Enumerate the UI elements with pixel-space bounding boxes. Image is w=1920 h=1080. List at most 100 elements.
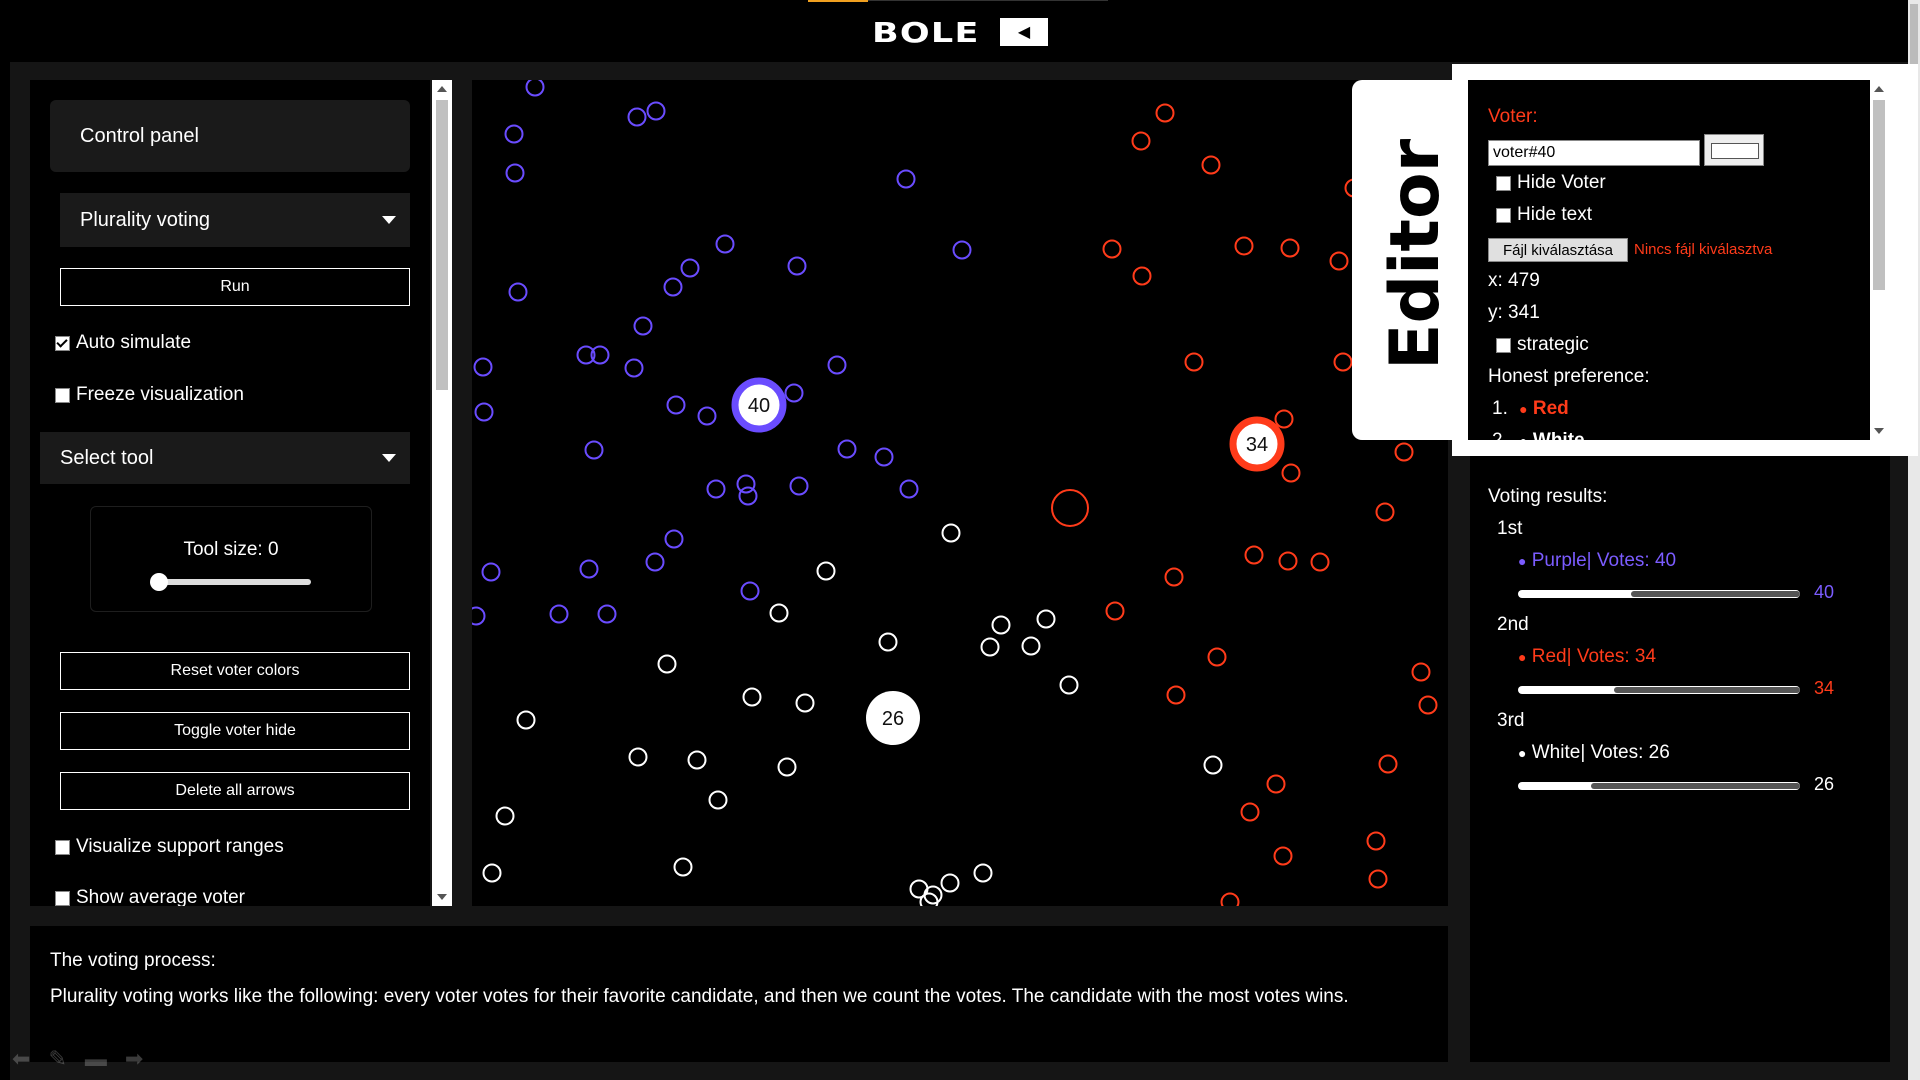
- voter-marker[interactable]: [1368, 869, 1388, 889]
- arrow-left-icon[interactable]: ⬅: [12, 1046, 30, 1072]
- voter-marker[interactable]: [1366, 831, 1386, 851]
- voter-marker[interactable]: [472, 606, 486, 626]
- voter-marker[interactable]: [1240, 802, 1260, 822]
- voter-marker[interactable]: [697, 406, 717, 426]
- voter-marker[interactable]: [899, 479, 919, 499]
- voter-marker[interactable]: [736, 474, 756, 494]
- voter-marker[interactable]: [1166, 685, 1186, 705]
- voter-marker[interactable]: [1333, 352, 1353, 372]
- voter-marker[interactable]: [816, 561, 836, 581]
- editor-scrollbar[interactable]: [1870, 80, 1888, 440]
- voter-marker[interactable]: [769, 603, 789, 623]
- voter-marker[interactable]: [666, 395, 686, 415]
- control-panel-scrollbar[interactable]: [432, 80, 452, 906]
- voter-marker[interactable]: [1375, 502, 1395, 522]
- visualize-support-ranges-checkbox[interactable]: Visualize support ranges: [55, 836, 284, 858]
- run-button[interactable]: Run: [60, 268, 410, 306]
- voter-marker[interactable]: [1278, 551, 1298, 571]
- voter-marker[interactable]: [827, 355, 847, 375]
- voter-marker[interactable]: [1266, 774, 1286, 794]
- voter-marker[interactable]: [481, 562, 501, 582]
- tool-size-slider-handle[interactable]: [150, 573, 168, 591]
- voter-marker[interactable]: [1203, 755, 1223, 775]
- voter-marker[interactable]: [940, 873, 960, 893]
- simulation-canvas[interactable]: 40 34 26: [472, 80, 1448, 906]
- voter-marker[interactable]: [645, 552, 665, 572]
- voter-marker[interactable]: [473, 357, 493, 377]
- voter-color-picker[interactable]: [1704, 134, 1764, 166]
- voter-marker-large[interactable]: [1051, 489, 1089, 527]
- voter-marker[interactable]: [742, 687, 762, 707]
- voter-marker[interactable]: [952, 240, 972, 260]
- voter-marker[interactable]: [874, 447, 894, 467]
- voter-marker[interactable]: [1418, 695, 1438, 715]
- rectangle-icon[interactable]: ▬: [85, 1046, 107, 1072]
- voter-marker[interactable]: [738, 486, 758, 506]
- voter-marker[interactable]: [627, 107, 647, 127]
- checkbox-checked-icon[interactable]: [55, 335, 70, 351]
- voter-marker[interactable]: [628, 747, 648, 767]
- strategic-checkbox[interactable]: strategic: [1496, 334, 1589, 356]
- voter-marker[interactable]: [1105, 601, 1125, 621]
- voter-marker[interactable]: [579, 559, 599, 579]
- delete-all-arrows-button[interactable]: Delete all arrows: [60, 772, 410, 810]
- voter-marker[interactable]: [482, 863, 502, 883]
- voter-marker[interactable]: [1394, 442, 1414, 462]
- voter-marker[interactable]: [1201, 155, 1221, 175]
- editor-tab-label[interactable]: Editor: [1376, 139, 1455, 370]
- scroll-up-arrow-icon[interactable]: [1874, 86, 1884, 92]
- candidate-marker[interactable]: 26: [866, 691, 920, 745]
- voter-marker[interactable]: [680, 258, 700, 278]
- voter-marker[interactable]: [1220, 892, 1240, 907]
- voter-marker[interactable]: [495, 806, 515, 826]
- voter-marker[interactable]: [633, 316, 653, 336]
- voter-marker[interactable]: [991, 615, 1011, 635]
- candidate-marker[interactable]: 34: [1229, 416, 1285, 472]
- voter-marker[interactable]: [1329, 251, 1349, 271]
- voter-marker[interactable]: [1411, 662, 1431, 682]
- voter-marker[interactable]: [508, 282, 528, 302]
- voter-marker[interactable]: [777, 757, 797, 777]
- checkbox-icon[interactable]: [1496, 175, 1511, 191]
- voter-marker[interactable]: [504, 124, 524, 144]
- show-average-voter-checkbox[interactable]: Show average voter: [55, 887, 245, 906]
- voter-marker[interactable]: [516, 710, 536, 730]
- voter-marker[interactable]: [1184, 352, 1204, 372]
- voter-marker[interactable]: [657, 654, 677, 674]
- checkbox-icon[interactable]: [55, 890, 70, 906]
- voter-marker[interactable]: [1234, 236, 1254, 256]
- voter-marker[interactable]: [1273, 846, 1293, 866]
- voter-marker[interactable]: [708, 790, 728, 810]
- voter-marker[interactable]: [1378, 754, 1398, 774]
- tool-select[interactable]: Select tool: [40, 432, 410, 484]
- voter-marker[interactable]: [673, 857, 693, 877]
- tool-size-slider[interactable]: [161, 579, 311, 585]
- voter-marker[interactable]: [789, 476, 809, 496]
- voter-marker[interactable]: [584, 440, 604, 460]
- voting-method-select[interactable]: Plurality voting: [60, 193, 410, 247]
- voter-marker[interactable]: [941, 523, 961, 543]
- file-choose-button[interactable]: Fájl kiválasztása: [1488, 238, 1628, 262]
- voter-marker[interactable]: [1274, 409, 1294, 429]
- voter-marker[interactable]: [1131, 131, 1151, 151]
- voter-marker[interactable]: [1310, 552, 1330, 572]
- voter-marker[interactable]: [664, 529, 684, 549]
- hide-voter-checkbox[interactable]: Hide Voter: [1496, 172, 1606, 194]
- control-panel-scrollbar-thumb[interactable]: [436, 100, 448, 390]
- voter-marker[interactable]: [525, 80, 545, 97]
- voter-name-input[interactable]: voter#40: [1488, 140, 1700, 166]
- voter-marker[interactable]: [474, 402, 494, 422]
- voter-marker[interactable]: [784, 383, 804, 403]
- scroll-down-arrow-icon[interactable]: [1874, 428, 1884, 434]
- scroll-down-arrow-icon[interactable]: [437, 894, 447, 900]
- auto-simulate-checkbox[interactable]: Auto simulate: [55, 332, 191, 354]
- voter-marker[interactable]: [1155, 103, 1175, 123]
- voter-plot[interactable]: 40 34 26: [472, 80, 1448, 906]
- voter-marker[interactable]: [687, 750, 707, 770]
- voter-marker[interactable]: [505, 163, 525, 183]
- checkbox-icon[interactable]: [55, 839, 70, 855]
- voter-marker[interactable]: [1102, 239, 1122, 259]
- voter-marker[interactable]: [1164, 567, 1184, 587]
- voter-marker[interactable]: [597, 604, 617, 624]
- editor-scrollbar-thumb[interactable]: [1873, 100, 1885, 290]
